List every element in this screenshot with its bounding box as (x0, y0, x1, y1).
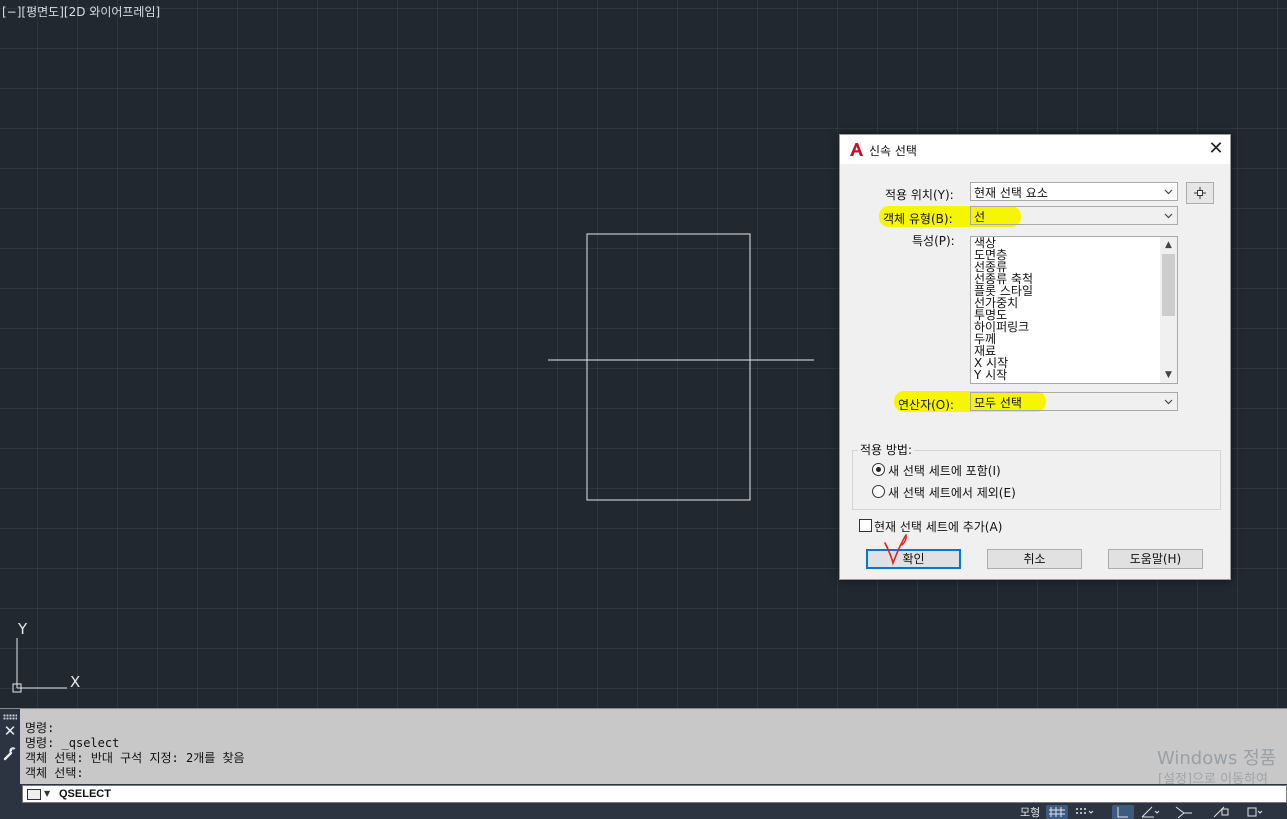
object-snap-icon[interactable] (1244, 805, 1266, 819)
scroll-down-icon[interactable]: ▼ (1160, 367, 1177, 383)
chevron-down-icon (1164, 399, 1173, 405)
check-annotation-mark (884, 534, 907, 566)
object-type-label: 객체 유형(B): (883, 212, 953, 226)
isodraft-icon[interactable] (1172, 805, 1194, 819)
object-type-value: 선 (974, 210, 986, 224)
select-objects-button[interactable] (1186, 182, 1214, 204)
include-radio-label[interactable]: 새 선택 세트에 포함(I) (888, 462, 1001, 479)
dialog-titlebar[interactable]: 신속 선택 ✕ (840, 135, 1230, 164)
status-bar: 모형 (0, 804, 1287, 819)
cancel-button[interactable]: 취소 (987, 549, 1082, 569)
properties-list[interactable]: 색상 도면층 선종류 선종류 축척 플롯 스타일 선가중치 투명도 하이퍼링크 두께 재료 X 시작… (970, 236, 1178, 384)
close-icon[interactable]: ✕ (1206, 139, 1226, 159)
operator-dropdown[interactable]: 모두 선택 (970, 392, 1178, 411)
append-checkbox[interactable] (859, 519, 872, 532)
grip-icon[interactable] (3, 714, 17, 720)
history-line: 명령: (25, 721, 55, 735)
chevron-down-icon[interactable]: ▼ (44, 789, 54, 799)
autocad-logo-icon (850, 143, 863, 156)
how-to-apply-label: 적용 방법: (858, 441, 915, 458)
dialog-title: 신속 선택 (869, 144, 917, 158)
exclude-radio-label[interactable]: 새 선택 세트에서 제외(E) (888, 484, 1016, 501)
chevron-down-icon (1164, 213, 1173, 219)
crosshair-icon (1194, 187, 1206, 199)
grid-toggle-icon[interactable] (1046, 805, 1068, 819)
snap-toggle-icon[interactable] (1072, 805, 1094, 819)
ortho-toggle-icon[interactable] (1112, 805, 1134, 819)
exclude-radio[interactable] (872, 485, 885, 498)
scroll-thumb[interactable] (1162, 254, 1175, 316)
scroll-up-icon[interactable]: ▲ (1160, 237, 1177, 253)
model-space-tab[interactable]: 모형 (1020, 806, 1040, 819)
command-history-text: 명령: 명령: _qselect 객체 선택: 반대 구석 지정: 2개를 찾음… (25, 721, 245, 781)
ucs-y-label: Y (17, 620, 28, 638)
chevron-down-icon (1164, 189, 1173, 195)
rectangle-object (586, 233, 751, 501)
properties-label: 특성(P): (912, 234, 955, 248)
properties-items: 색상 도면층 선종류 선종류 축척 플롯 스타일 선가중치 투명도 하이퍼링크 두께 재료 X 시작… (974, 237, 1033, 381)
operator-label: 연산자(O): (898, 398, 954, 412)
history-line: 명령: _qselect (25, 736, 120, 750)
object-type-dropdown[interactable]: 선 (970, 206, 1178, 225)
properties-scrollbar[interactable]: ▲ ▼ (1160, 237, 1177, 383)
history-line: 객체 선택: (25, 766, 84, 780)
command-input[interactable]: ▼ QSELECT (22, 785, 1287, 803)
apply-to-label: 적용 위치(Y): (885, 188, 954, 202)
how-to-apply-group (852, 450, 1221, 510)
close-icon[interactable]: ✕ (3, 723, 17, 739)
activation-watermark-title: Windows 정품 (1157, 748, 1277, 769)
apply-to-value: 현재 선택 요소 (974, 186, 1048, 200)
history-line: 객체 선택: 반대 구석 지정: 2개를 찾음 (25, 751, 245, 765)
ucs-x-label: X (70, 673, 80, 691)
apply-to-dropdown[interactable]: 현재 선택 요소 (970, 182, 1178, 201)
operator-value: 모두 선택 (974, 396, 1022, 410)
command-prompt-icon[interactable] (27, 789, 41, 800)
command-input-text[interactable]: QSELECT (59, 788, 111, 800)
help-button[interactable]: 도움말(H) (1108, 549, 1203, 569)
include-radio[interactable] (872, 463, 885, 476)
ucs-icon: Y X (12, 620, 80, 693)
quick-select-dialog: 신속 선택 ✕ 적용 위치(Y): 현재 선택 요소 객체 유형(B): 선 특… (839, 134, 1231, 580)
wrench-icon[interactable] (2, 745, 18, 761)
polar-tracking-icon[interactable] (1138, 805, 1160, 819)
property-list-item[interactable]: Y 시작 (974, 369, 1033, 381)
command-history-panel: ✕ 명령: 명령: _qselect 객체 선택: 반대 구석 지정: 2개를 … (0, 708, 1287, 785)
object-snap-tracking-icon[interactable] (1210, 805, 1232, 819)
command-line-handle[interactable]: ✕ (0, 709, 20, 785)
